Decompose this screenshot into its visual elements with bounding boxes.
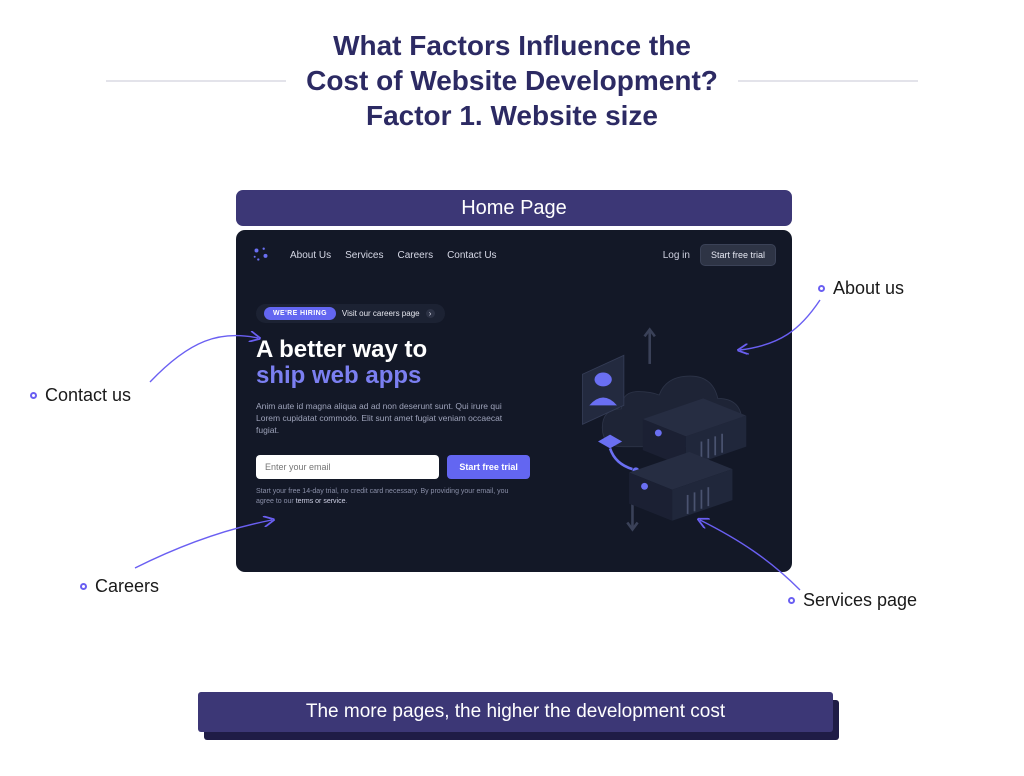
title-line-2: Cost of Website Development?: [306, 65, 718, 96]
login-link[interactable]: Log in: [663, 250, 690, 261]
title-line-1: What Factors Influence the: [333, 30, 691, 61]
hero-section: WE'RE HIRING Visit our careers page A be…: [236, 266, 792, 556]
disclaimer-text-a: Start your free 14-day trial, no credit …: [256, 488, 508, 505]
hero-paragraph: Anim aute id magna aliqua ad ad non dese…: [256, 400, 516, 437]
mockup-navbar: About Us Services Careers Contact Us Log…: [236, 230, 792, 266]
bullet-icon: [30, 392, 37, 399]
hiring-badge: WE'RE HIRING: [264, 307, 336, 320]
hiring-link-text: Visit our careers page: [342, 309, 420, 318]
hiring-pill[interactable]: WE'RE HIRING Visit our careers page: [256, 304, 445, 323]
email-input[interactable]: [256, 455, 439, 479]
header-row: What Factors Influence the Cost of Websi…: [0, 0, 1024, 133]
bullet-icon: [788, 597, 795, 604]
hero-heading: A better way to ship web apps: [256, 337, 530, 390]
hero-illustration: [548, 296, 772, 556]
nav-links: About Us Services Careers Contact Us: [290, 250, 497, 261]
hero-heading-line-2: ship web apps: [256, 362, 421, 389]
disclaimer: Start your free 14-day trial, no credit …: [256, 487, 516, 507]
annotation-careers: Careers: [80, 576, 159, 597]
main-title: What Factors Influence the Cost of Websi…: [306, 28, 718, 133]
nav-contact[interactable]: Contact Us: [447, 250, 496, 261]
home-page-label-text: Home Page: [461, 197, 567, 220]
divider-left: [106, 80, 286, 82]
cta-button[interactable]: Start free trial: [447, 455, 530, 479]
home-page-label: Home Page: [236, 190, 792, 226]
annotation-contact-us: Contact us: [30, 385, 131, 406]
terms-link[interactable]: terms or service: [296, 498, 346, 505]
website-mockup: About Us Services Careers Contact Us Log…: [236, 230, 792, 572]
logo-icon: [252, 246, 270, 264]
nav-about[interactable]: About Us: [290, 250, 331, 261]
bullet-icon: [818, 285, 825, 292]
annotation-services-text: Services page: [803, 590, 917, 611]
title-line-3: Factor 1. Website size: [366, 100, 658, 131]
nav-careers[interactable]: Careers: [398, 250, 434, 261]
nav-services[interactable]: Services: [345, 250, 383, 261]
annotation-services: Services page: [788, 590, 917, 611]
chevron-right-icon: [426, 309, 435, 318]
footer-statement-text: The more pages, the higher the developme…: [306, 701, 725, 723]
footer-statement: The more pages, the higher the developme…: [198, 692, 833, 732]
bullet-icon: [80, 583, 87, 590]
annotation-careers-text: Careers: [95, 576, 159, 597]
divider-right: [738, 80, 918, 82]
hero-heading-line-1: A better way to: [256, 336, 427, 363]
start-trial-button[interactable]: Start free trial: [700, 244, 776, 266]
annotation-about-us: About us: [818, 278, 904, 299]
disclaimer-text-c: .: [346, 498, 348, 505]
annotation-contact-us-text: Contact us: [45, 385, 131, 406]
annotation-about-us-text: About us: [833, 278, 904, 299]
